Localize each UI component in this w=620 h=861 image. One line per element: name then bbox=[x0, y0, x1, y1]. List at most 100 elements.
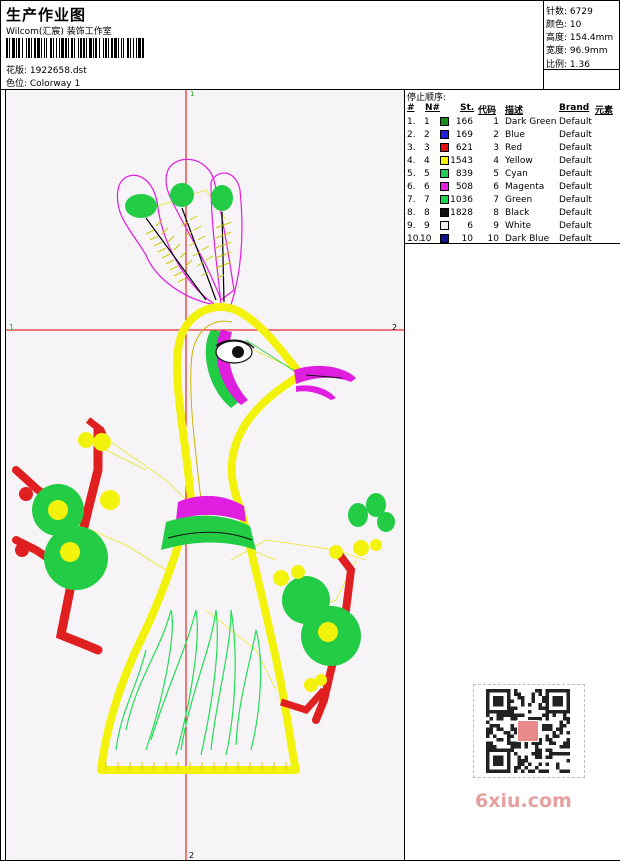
row-description: Green bbox=[505, 195, 533, 205]
row-code: 9 bbox=[493, 221, 499, 231]
header-code: 代码 bbox=[478, 106, 497, 116]
table-divider bbox=[405, 243, 620, 244]
row-code: 8 bbox=[493, 208, 499, 218]
stop-row: 7. 7 1036 7 Green Default bbox=[405, 195, 620, 208]
color-swatch bbox=[440, 169, 449, 178]
row-brand: Default bbox=[559, 156, 592, 166]
axis-right-label: 2 bbox=[392, 323, 397, 332]
row-index: 7. bbox=[407, 195, 416, 205]
row-index: 3. bbox=[407, 143, 416, 153]
design-canvas: 1 1 2 2 bbox=[5, 90, 406, 860]
header-stitches: St. bbox=[460, 103, 475, 113]
stop-row: 1. 1 166 1 Dark Green Default bbox=[405, 117, 620, 130]
row-stitches: 169 bbox=[455, 130, 473, 140]
row-code: 1 bbox=[493, 117, 499, 127]
color-swatch bbox=[440, 208, 449, 217]
row-stitches: 1543 bbox=[450, 156, 473, 166]
right-flower-branch bbox=[273, 493, 395, 724]
peacock-face bbox=[205, 330, 297, 408]
row-code: 3 bbox=[493, 143, 499, 153]
row-stitches: 1828 bbox=[450, 208, 473, 218]
color-swatch bbox=[440, 234, 449, 243]
header-element: 元素 bbox=[595, 106, 614, 116]
row-description: Magenta bbox=[505, 182, 545, 192]
row-needle: 2 bbox=[424, 130, 430, 140]
stop-row: 10. 10 10 10 Dark Blue Default bbox=[405, 234, 620, 247]
stop-row: 9. 9 6 9 White Default bbox=[405, 221, 620, 234]
axis-left-label: 1 bbox=[9, 323, 14, 332]
stop-sequence-title: 停止顺序: bbox=[407, 93, 447, 103]
row-index: 9. bbox=[407, 221, 416, 231]
axis-top-label: 1 bbox=[190, 90, 194, 98]
left-flower-branch bbox=[12, 417, 120, 655]
row-needle: 5 bbox=[424, 169, 430, 179]
design-stats: 针数: 6729 颜色: 10 高度: 154.4mm 宽度: 96.9mm 比… bbox=[543, 1, 620, 90]
row-needle: 8 bbox=[424, 208, 430, 218]
row-description: Dark Green bbox=[505, 117, 557, 127]
sheet-header: 生产作业图 Wilcom(汇宸) 装饰工作室 花版: 1922658.dst 色… bbox=[1, 1, 620, 90]
color-swatch bbox=[440, 156, 449, 165]
pattern-file: 花版: 1922658.dst bbox=[6, 66, 87, 76]
row-needle: 1 bbox=[424, 117, 430, 127]
header-hash: # bbox=[407, 103, 415, 113]
row-code: 5 bbox=[493, 169, 499, 179]
row-needle: 4 bbox=[424, 156, 430, 166]
row-code: 4 bbox=[493, 156, 499, 166]
stop-row: 8. 8 1828 8 Black Default bbox=[405, 208, 620, 221]
row-code: 6 bbox=[493, 182, 499, 192]
row-stitches: 1036 bbox=[450, 195, 473, 205]
row-description: Blue bbox=[505, 130, 525, 140]
color-count: 颜色: 10 bbox=[546, 20, 582, 30]
row-code: 2 bbox=[493, 130, 499, 140]
row-stitches: 508 bbox=[455, 182, 473, 192]
row-brand: Default bbox=[559, 117, 592, 127]
row-index: 5. bbox=[407, 169, 416, 179]
stitch-count: 针数: 6729 bbox=[546, 7, 593, 17]
color-swatch bbox=[440, 130, 449, 139]
production-sheet: 生产作业图 Wilcom(汇宸) 装饰工作室 花版: 1922658.dst 色… bbox=[0, 0, 620, 861]
stop-row: 4. 4 1543 4 Yellow Default bbox=[405, 156, 620, 169]
row-index: 8. bbox=[407, 208, 416, 218]
row-index: 4. bbox=[407, 156, 416, 166]
row-stitches: 621 bbox=[455, 143, 473, 153]
row-index: 1. bbox=[407, 117, 416, 127]
colorway: 色位: Colorway 1 bbox=[6, 79, 81, 89]
stop-row: 3. 3 621 3 Red Default bbox=[405, 143, 620, 156]
row-description: Cyan bbox=[505, 169, 528, 179]
header-description: 描述 bbox=[505, 106, 524, 116]
color-swatch bbox=[440, 182, 449, 191]
row-needle: 7 bbox=[424, 195, 430, 205]
barcode bbox=[6, 38, 144, 58]
site-watermark: 6xiu.com bbox=[475, 790, 572, 812]
row-brand: Default bbox=[559, 143, 592, 153]
row-index: 6. bbox=[407, 182, 416, 192]
row-description: Black bbox=[505, 208, 530, 218]
row-index: 2. bbox=[407, 130, 416, 140]
stop-row: 6. 6 508 6 Magenta Default bbox=[405, 182, 620, 195]
row-brand: Default bbox=[559, 182, 592, 192]
crest-feathers bbox=[116, 158, 243, 306]
stop-row: 2. 2 169 2 Blue Default bbox=[405, 130, 620, 143]
row-needle: 3 bbox=[424, 143, 430, 153]
row-description: White bbox=[505, 221, 532, 231]
row-needle: 9 bbox=[424, 221, 430, 231]
color-swatch bbox=[440, 221, 449, 230]
row-code: 7 bbox=[493, 195, 499, 205]
axis-bottom-label: 2 bbox=[189, 851, 194, 860]
color-swatch bbox=[440, 143, 449, 152]
peacock-beak bbox=[294, 365, 356, 400]
row-stitches: 6 bbox=[467, 221, 473, 231]
header-needle-no: N# bbox=[425, 103, 441, 113]
row-brand: Default bbox=[559, 221, 592, 231]
stats-divider bbox=[543, 69, 620, 70]
tail-pattern bbox=[115, 609, 262, 756]
design-height: 高度: 154.4mm bbox=[546, 33, 614, 43]
row-description: Yellow bbox=[505, 156, 533, 166]
stop-sequence-panel: 停止顺序: # N# St. 代码 描述 Brand 元素 1. 1 166 1 Dar… bbox=[405, 90, 620, 860]
row-description: Red bbox=[505, 143, 523, 153]
row-brand: Default bbox=[559, 169, 592, 179]
row-stitches: 839 bbox=[455, 169, 473, 179]
stop-row: 5. 5 839 5 Cyan Default bbox=[405, 169, 620, 182]
row-needle: 6 bbox=[424, 182, 430, 192]
row-brand: Default bbox=[559, 130, 592, 140]
